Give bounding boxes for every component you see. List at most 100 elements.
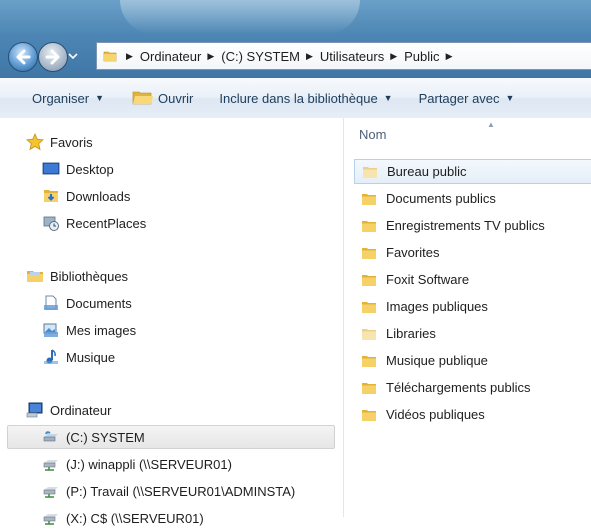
share-with-label: Partager avec bbox=[418, 90, 500, 106]
include-in-library-label: Inclure dans la bibliothèque bbox=[219, 90, 378, 106]
nav-item-label: (X:) C$ (\\SERVEUR01) bbox=[66, 510, 204, 526]
file-row[interactable]: Foxit Software bbox=[354, 267, 591, 292]
folder-icon bbox=[360, 244, 378, 262]
breadcrumb-separator-icon[interactable]: ▶ bbox=[207, 51, 214, 62]
file-row[interactable]: Vidéos publiques bbox=[354, 402, 591, 427]
forward-button[interactable] bbox=[38, 42, 68, 72]
breadcrumb-ordinateur[interactable]: Ordinateur bbox=[140, 49, 201, 64]
nav-item-desktop[interactable]: Desktop bbox=[0, 157, 343, 181]
chevron-down-icon: ▼ bbox=[505, 93, 515, 103]
open-folder-icon bbox=[132, 91, 153, 105]
file-row[interactable]: Libraries bbox=[354, 321, 591, 346]
organize-button[interactable]: Organiser ▼ bbox=[32, 91, 104, 106]
history-dropdown-chevron-icon[interactable] bbox=[68, 51, 78, 61]
breadcrumb-utilisateurs[interactable]: Utilisateurs bbox=[320, 49, 384, 64]
libraries-icon bbox=[26, 267, 44, 285]
nav-item-label: Downloads bbox=[66, 188, 131, 204]
file-name: Téléchargements publics bbox=[386, 380, 531, 395]
file-name: Bureau public bbox=[387, 164, 467, 179]
share-with-button[interactable]: Partager avec ▼ bbox=[419, 91, 515, 106]
file-name: Favorites bbox=[386, 245, 440, 260]
command-bar: Organiser ▼ Ouvrir Inclure dans la bibli… bbox=[0, 78, 591, 119]
nav-item-mes-images[interactable]: Mes images bbox=[0, 318, 343, 342]
include-in-library-button[interactable]: Inclure dans la bibliothèque ▼ bbox=[219, 91, 392, 106]
nav-item-label: Desktop bbox=[66, 161, 114, 177]
network-drive-icon bbox=[42, 509, 60, 527]
column-header-name[interactable]: Nom ▲ bbox=[344, 118, 591, 152]
folder-icon bbox=[360, 217, 378, 235]
open-button[interactable]: Ouvrir bbox=[132, 90, 193, 106]
address-bar[interactable]: ▶ Ordinateur ▶ (C:) SYSTEM ▶ Utilisateur… bbox=[96, 42, 591, 70]
file-row[interactable]: Documents publics bbox=[354, 186, 591, 211]
breadcrumb-separator-icon[interactable]: ▶ bbox=[306, 51, 313, 62]
nav-computer-label: Ordinateur bbox=[50, 402, 112, 418]
sort-ascending-icon: ▲ bbox=[487, 120, 495, 129]
folder-icon bbox=[360, 298, 378, 316]
file-row[interactable]: Bureau public bbox=[354, 159, 591, 184]
nav-item-c-system[interactable]: (C:) SYSTEM bbox=[0, 425, 343, 449]
arrow-right-icon bbox=[45, 49, 60, 65]
file-row[interactable]: Enregistrements TV publics bbox=[354, 213, 591, 238]
folder-icon bbox=[361, 163, 379, 181]
file-name: Libraries bbox=[386, 326, 436, 341]
nav-item-label: Mes images bbox=[66, 322, 137, 338]
open-label: Ouvrir bbox=[158, 90, 194, 106]
recent-places-icon bbox=[42, 214, 60, 232]
nav-item-j-winappli[interactable]: (J:) winappli (\\SERVEUR01) bbox=[0, 452, 343, 476]
desktop-icon bbox=[42, 160, 60, 178]
nav-item-recentplaces[interactable]: RecentPlaces bbox=[0, 211, 343, 235]
nav-libraries[interactable]: Bibliothèques bbox=[0, 264, 343, 288]
chevron-down-icon: ▼ bbox=[383, 93, 393, 103]
breadcrumb-separator-icon[interactable]: ▶ bbox=[446, 51, 453, 62]
folder-icon bbox=[360, 379, 378, 397]
file-name: Musique publique bbox=[386, 353, 488, 368]
file-name: Documents publics bbox=[386, 191, 496, 206]
file-list-pane[interactable]: Nom ▲ Bureau public Documents publics Enre… bbox=[344, 118, 591, 517]
folder-icon bbox=[360, 325, 378, 343]
breadcrumb-c-system[interactable]: (C:) SYSTEM bbox=[221, 49, 300, 64]
folder-icon bbox=[360, 190, 378, 208]
network-drive-icon bbox=[42, 455, 60, 473]
file-row[interactable]: Images publiques bbox=[354, 294, 591, 319]
folder-icon bbox=[360, 406, 378, 424]
nav-item-label: Musique bbox=[66, 349, 116, 365]
network-drive-icon bbox=[42, 482, 60, 500]
nav-item-p-travail[interactable]: (P:) Travail (\\SERVEUR01\ADMINSTA) bbox=[0, 479, 343, 503]
navigation-pane[interactable]: Favoris Desktop Downloads RecentPlaces B… bbox=[0, 118, 343, 526]
star-icon bbox=[26, 133, 44, 151]
file-row[interactable]: Musique publique bbox=[354, 348, 591, 373]
folder-icon bbox=[360, 271, 378, 289]
nav-item-label: (J:) winappli (\\SERVEUR01) bbox=[66, 456, 232, 472]
pictures-library-icon bbox=[42, 321, 60, 339]
window-title-bar: ▶ Ordinateur ▶ (C:) SYSTEM ▶ Utilisateur… bbox=[0, 0, 591, 78]
file-name: Foxit Software bbox=[386, 272, 470, 287]
documents-library-icon bbox=[42, 294, 60, 312]
arrow-left-icon bbox=[16, 49, 31, 65]
file-name: Vidéos publiques bbox=[386, 407, 485, 422]
nav-item-downloads[interactable]: Downloads bbox=[0, 184, 343, 208]
nav-favorites-label: Favoris bbox=[50, 134, 93, 150]
organize-label: Organiser bbox=[32, 90, 90, 106]
nav-item-x-c[interactable]: (X:) C$ (\\SERVEUR01) bbox=[0, 506, 343, 530]
file-name: Enregistrements TV publics bbox=[386, 218, 545, 233]
chevron-down-icon: ▼ bbox=[95, 93, 104, 103]
local-drive-icon bbox=[42, 428, 60, 446]
nav-item-label: (C:) SYSTEM bbox=[66, 429, 145, 445]
nav-item-label: Documents bbox=[66, 295, 132, 311]
file-row[interactable]: Téléchargements publics bbox=[354, 375, 591, 400]
downloads-folder-icon bbox=[42, 187, 60, 205]
breadcrumb-public[interactable]: Public bbox=[404, 49, 439, 64]
nav-favorites[interactable]: Favoris bbox=[0, 130, 343, 154]
nav-item-documents[interactable]: Documents bbox=[0, 291, 343, 315]
nav-computer[interactable]: Ordinateur bbox=[0, 398, 343, 422]
file-row[interactable]: Favorites bbox=[354, 240, 591, 265]
breadcrumb-separator-icon[interactable]: ▶ bbox=[390, 51, 397, 62]
folder-icon bbox=[103, 51, 117, 62]
nav-libraries-label: Bibliothèques bbox=[50, 268, 129, 284]
column-header-label: Nom bbox=[359, 127, 387, 142]
computer-icon bbox=[26, 401, 44, 419]
file-name: Images publiques bbox=[386, 299, 488, 314]
nav-item-musique[interactable]: Musique bbox=[0, 345, 343, 369]
back-button[interactable] bbox=[8, 42, 38, 72]
breadcrumb-separator-icon: ▶ bbox=[126, 50, 133, 61]
